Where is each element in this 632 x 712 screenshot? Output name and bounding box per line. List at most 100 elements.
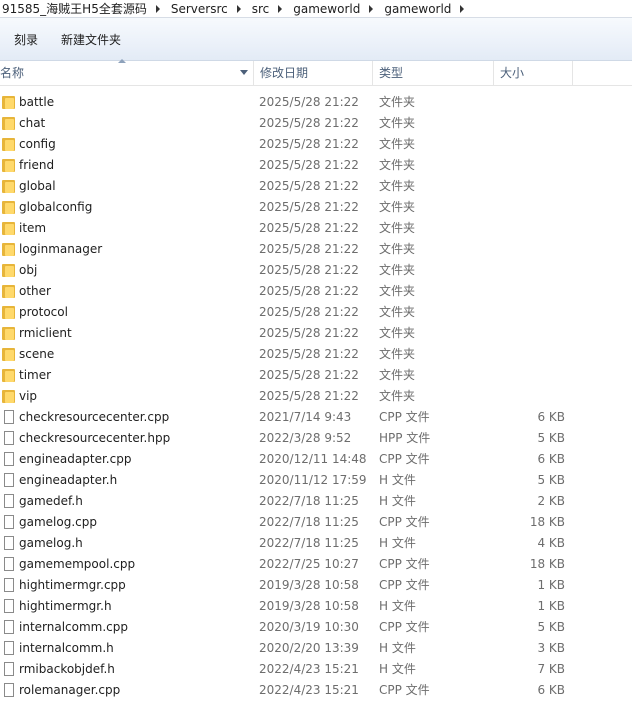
column-header-size[interactable]: 大小 <box>493 61 573 85</box>
file-name: checkresourcecenter.cpp <box>19 410 170 424</box>
file-date: 2025/5/28 21:22 <box>259 263 359 277</box>
folder-icon <box>2 221 15 235</box>
file-row[interactable]: timer 2025/5/28 21:22 文件夹 <box>0 365 632 386</box>
folder-icon <box>2 242 15 256</box>
file-type: H 文件 <box>379 599 416 613</box>
column-header-name-label: 名称 <box>0 66 25 80</box>
column-header-type[interactable]: 类型 <box>372 61 493 85</box>
breadcrumb-item[interactable]: gameworld <box>382 2 455 16</box>
file-row[interactable]: gamelog.h 2022/7/18 11:25 H 文件 4 KB <box>0 533 632 554</box>
file-name: internalcomm.h <box>19 641 114 655</box>
file-row[interactable]: hightimermgr.cpp 2019/3/28 10:58 CPP 文件 1 K… <box>0 575 632 596</box>
file-name: obj <box>19 263 38 277</box>
burn-button[interactable]: 刻录 <box>5 27 47 52</box>
breadcrumb-item[interactable]: src <box>250 2 274 16</box>
chevron-right-icon[interactable] <box>155 4 160 13</box>
file-date: 2022/4/23 15:21 <box>259 662 359 676</box>
file-row[interactable]: global 2025/5/28 21:22 文件夹 <box>0 176 632 197</box>
file-size: 18 KB <box>529 557 565 571</box>
breadcrumb-item[interactable]: Serversrc <box>169 2 232 16</box>
file-name: loginmanager <box>19 242 103 256</box>
file-name: gamelog.h <box>19 536 83 550</box>
chevron-right-icon[interactable] <box>278 4 283 13</box>
file-row[interactable]: gamelog.cpp 2022/7/18 11:25 CPP 文件 18 KB <box>0 512 632 533</box>
file-name: battle <box>19 95 55 109</box>
file-date: 2022/4/23 15:21 <box>259 683 359 697</box>
file-name: other <box>19 284 51 298</box>
file-date: 2020/3/19 10:30 <box>259 620 359 634</box>
file-size: 4 KB <box>537 536 565 550</box>
file-type: H 文件 <box>379 494 416 508</box>
file-row[interactable]: scene 2025/5/28 21:22 文件夹 <box>0 344 632 365</box>
breadcrumb-item[interactable]: 91585_海贼王H5全套源码 <box>0 0 151 17</box>
file-row[interactable]: loginmanager 2025/5/28 21:22 文件夹 <box>0 239 632 260</box>
new-folder-button[interactable]: 新建文件夹 <box>52 27 130 52</box>
chevron-right-icon[interactable] <box>460 4 465 13</box>
file-row[interactable]: globalconfig 2025/5/28 21:22 文件夹 <box>0 197 632 218</box>
file-icon <box>4 620 14 634</box>
chevron-down-icon[interactable] <box>240 70 248 75</box>
chevron-right-icon[interactable] <box>369 4 374 13</box>
file-date: 2025/5/28 21:22 <box>259 137 359 151</box>
file-row[interactable]: checkresourcecenter.cpp 2021/7/14 9:43 CPP… <box>0 407 632 428</box>
file-date: 2022/7/18 11:25 <box>259 536 359 550</box>
file-size: 2 KB <box>537 494 565 508</box>
file-row[interactable]: obj 2025/5/28 21:22 文件夹 <box>0 260 632 281</box>
file-row[interactable]: other 2025/5/28 21:22 文件夹 <box>0 281 632 302</box>
file-date: 2019/3/28 10:58 <box>259 578 359 592</box>
file-row[interactable]: vip 2025/5/28 21:22 文件夹 <box>0 386 632 407</box>
file-row[interactable]: rolemanager.cpp 2022/4/23 15:21 CPP 文件 6 KB <box>0 680 632 701</box>
breadcrumb-item[interactable]: gameworld <box>291 2 364 16</box>
file-type: CPP 文件 <box>379 620 430 634</box>
column-header-date[interactable]: 修改日期 <box>253 61 372 85</box>
file-row[interactable]: checkresourcecenter.hpp 2022/3/28 9:52 HPP… <box>0 428 632 449</box>
file-size: 6 KB <box>537 452 565 466</box>
file-icon <box>4 494 14 508</box>
file-row[interactable]: internalcomm.cpp 2020/3/19 10:30 CPP 文件 5 K… <box>0 617 632 638</box>
file-row[interactable]: hightimermgr.h 2019/3/28 10:58 H 文件 1 KB <box>0 596 632 617</box>
file-date: 2021/7/14 9:43 <box>259 410 352 424</box>
folder-icon <box>2 200 15 214</box>
address-bar[interactable]: 91585_海贼王H5全套源码 Serversrc src gameworld … <box>0 0 632 18</box>
folder-icon <box>2 305 15 319</box>
file-row[interactable]: battle 2025/5/28 21:22 文件夹 <box>0 92 632 113</box>
file-row[interactable]: friend 2025/5/28 21:22 文件夹 <box>0 155 632 176</box>
file-row[interactable]: rmibackobjdef.h 2022/4/23 15:21 H 文件 7 KB <box>0 659 632 680</box>
file-size: 6 KB <box>537 410 565 424</box>
file-row[interactable]: rmiclient 2025/5/28 21:22 文件夹 <box>0 323 632 344</box>
file-size: 7 KB <box>537 662 565 676</box>
file-type: CPP 文件 <box>379 683 430 697</box>
file-row[interactable]: engineadapter.h 2020/11/12 17:59 H 文件 5 KB <box>0 470 632 491</box>
file-name: hightimermgr.cpp <box>19 578 126 592</box>
file-name: checkresourcecenter.hpp <box>19 431 171 445</box>
file-row[interactable]: engineadapter.cpp 2020/12/11 14:48 CPP 文件 6… <box>0 449 632 470</box>
file-name: gamelog.cpp <box>19 515 97 529</box>
chevron-right-icon[interactable] <box>236 4 241 13</box>
file-row[interactable]: internalcomm.h 2020/2/20 13:39 H 文件 3 KB <box>0 638 632 659</box>
file-date: 2025/5/28 21:22 <box>259 326 359 340</box>
file-name: item <box>19 221 47 235</box>
file-date: 2025/5/28 21:22 <box>259 347 359 361</box>
file-name: hightimermgr.h <box>19 599 112 613</box>
file-row[interactable]: protocol 2025/5/28 21:22 文件夹 <box>0 302 632 323</box>
file-icon <box>4 410 14 424</box>
sort-ascending-icon <box>118 59 126 63</box>
file-date: 2022/7/18 11:25 <box>259 515 359 529</box>
file-size: 18 KB <box>529 515 565 529</box>
file-type: H 文件 <box>379 641 416 655</box>
file-name: rolemanager.cpp <box>19 683 121 697</box>
folder-icon <box>2 284 15 298</box>
file-row[interactable]: gamemempool.cpp 2022/7/25 10:27 CPP 文件 18 K… <box>0 554 632 575</box>
file-row[interactable]: chat 2025/5/28 21:22 文件夹 <box>0 113 632 134</box>
file-type: 文件夹 <box>379 389 416 403</box>
file-date: 2025/5/28 21:22 <box>259 116 359 130</box>
file-type: 文件夹 <box>379 368 416 382</box>
file-icon <box>4 683 14 697</box>
file-type: 文件夹 <box>379 95 416 109</box>
file-row[interactable]: gamedef.h 2022/7/18 11:25 H 文件 2 KB <box>0 491 632 512</box>
file-date: 2025/5/28 21:22 <box>259 200 359 214</box>
column-header-name[interactable]: 名称 <box>0 59 252 85</box>
file-row[interactable]: config 2025/5/28 21:22 文件夹 <box>0 134 632 155</box>
file-icon <box>4 431 14 445</box>
file-row[interactable]: item 2025/5/28 21:22 文件夹 <box>0 218 632 239</box>
